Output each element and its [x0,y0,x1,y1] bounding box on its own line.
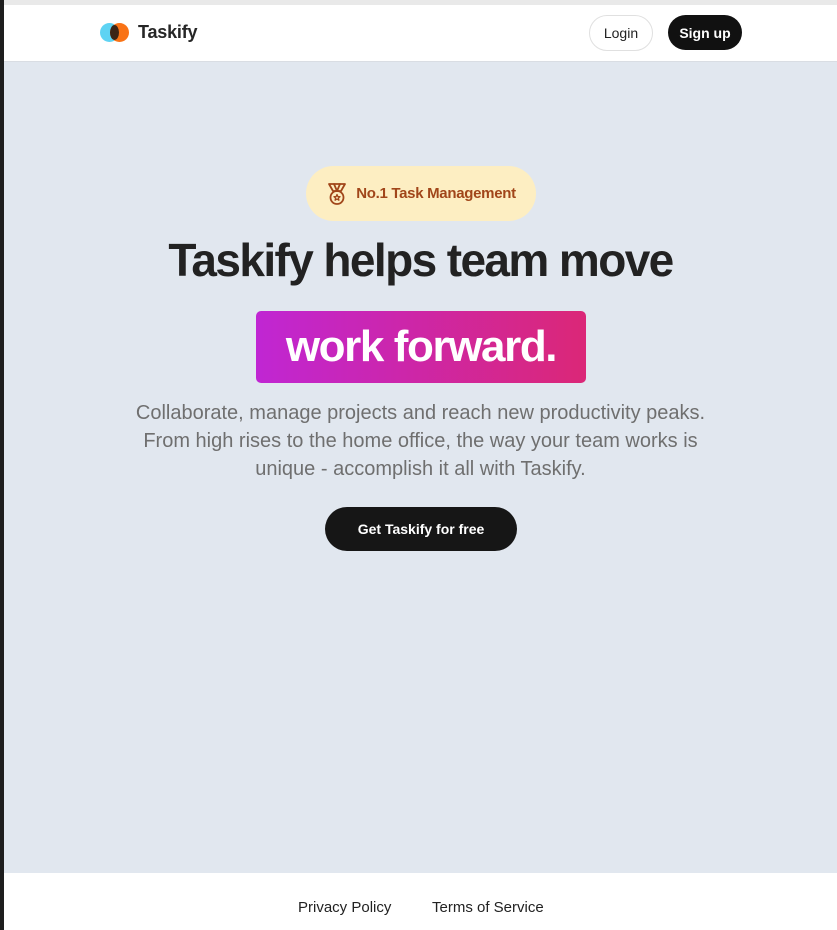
hero-subtitle: Collaborate, manage projects and reach n… [64,399,777,483]
footer: Privacy Policy Terms of Service [4,873,837,930]
badge-label: No.1 Task Management [356,185,516,202]
get-started-button[interactable]: Get Taskify for free [325,507,517,551]
brand-logo[interactable]: Taskify [100,21,198,43]
hero-headline: Taskify helps team move [168,234,674,286]
medal-icon [326,182,348,206]
navbar: Taskify Login Sign up [4,5,837,62]
page: Taskify Login Sign up No.1 Task Manageme… [0,0,837,930]
logo-icon [100,21,130,43]
login-button[interactable]: Login [589,15,653,51]
signup-button[interactable]: Sign up [668,15,742,50]
privacy-policy-link[interactable]: Privacy Policy [298,899,391,916]
subtitle-line-2: From high rises to the home office, the … [143,430,698,452]
subtitle-line-3: unique - accomplish it all with Taskify. [255,458,586,480]
terms-of-service-link[interactable]: Terms of Service [432,899,544,916]
hero-section: No.1 Task Management Taskify helps team … [4,62,837,873]
hero-badge: No.1 Task Management [306,166,536,221]
hero-highlight: work forward. [256,311,586,383]
subtitle-line-1: Collaborate, manage projects and reach n… [135,402,706,424]
brand-name: Taskify [138,21,198,42]
